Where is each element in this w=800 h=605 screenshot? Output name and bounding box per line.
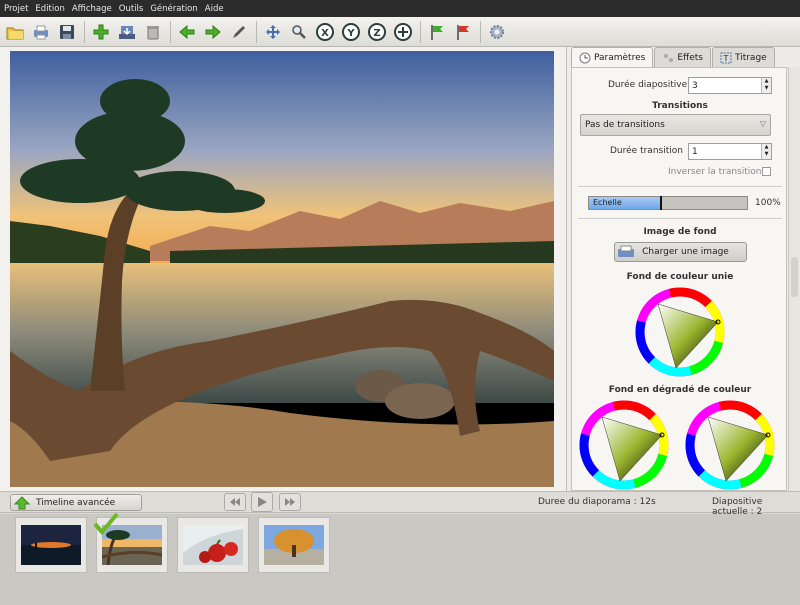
echelle-value: 100% [755,198,781,208]
echelle-handle[interactable] [660,196,663,210]
arrow-up-icon [14,495,30,509]
save-icon[interactable] [56,21,78,43]
rotate-y-label: Y [346,28,355,39]
menu-edition[interactable]: Edition [35,4,64,14]
inverser-checkbox[interactable] [762,167,771,176]
transitions-title: Transitions [652,101,708,111]
red-flag-icon[interactable] [452,21,474,43]
sparkle-icon [664,53,674,62]
color-wheel-degrade-end[interactable] [684,399,776,491]
divider [578,218,782,219]
menu-bar: Projet Edition Affichage Outils Générati… [0,0,800,17]
rotate-x-label: X [321,28,329,39]
tab-parametres-label: Paramètres [594,53,646,63]
selected-check-icon [93,512,119,536]
panel-tabs: Paramètres Effets T Titrage [571,47,776,68]
rotate-x-icon[interactable]: X [314,21,336,43]
menu-aide[interactable]: Aide [205,4,224,14]
tab-parametres[interactable]: Paramètres [571,47,654,68]
menu-projet[interactable]: Projet [4,4,28,14]
add-center-icon[interactable] [392,21,414,43]
spin-arrows-icon[interactable]: ▲ ▼ [761,78,771,93]
open-folder-icon[interactable] [4,21,26,43]
delete-icon[interactable] [142,21,164,43]
add-icon[interactable] [90,21,112,43]
printer-load-icon [618,245,634,257]
tab-effets-label: Effets [677,52,703,63]
rotate-y-icon[interactable]: Y [340,21,362,43]
parametres-page: Durée diapositive 3 ▲ ▼ Transitions Pas d… [571,67,787,491]
toolbar: X Y Z [0,17,800,47]
panel-scrollbar[interactable] [788,67,800,491]
pen-icon[interactable] [228,21,250,43]
duree-transition-spinbox[interactable]: 1 ▲ ▼ [688,143,772,160]
fond-uni-title: Fond de couleur unie [626,272,734,282]
divider [578,186,782,187]
tab-titrage-label: Titrage [734,52,767,63]
thumbnail-strip [0,512,800,605]
transition-select[interactable]: Pas de transitions ▽ [580,114,771,136]
rewind-icon [230,498,240,506]
duree-diapo-value: 3 [692,80,698,91]
menu-generation[interactable]: Génération [150,4,197,14]
rotate-z-label: Z [373,28,380,39]
color-wheel-degrade-start[interactable] [578,399,670,491]
green-flag-icon[interactable] [426,21,448,43]
duree-diapo-spinbox[interactable]: 3 ▲ ▼ [688,77,772,94]
color-wheel-uni[interactable] [634,286,726,378]
previous-button[interactable] [224,493,246,511]
properties-panel: Paramètres Effets T Titrage Durée diapos… [566,47,800,491]
clock-icon [579,52,591,64]
arrow-left-icon[interactable] [176,21,198,43]
bottom-bar: Timeline avancée Duree du diaporama : 12… [0,491,800,517]
print-icon[interactable] [30,21,52,43]
thumb-night-lake[interactable] [15,517,87,573]
play-icon [258,497,267,507]
move-icon[interactable] [262,21,284,43]
timeline-avancee-button[interactable]: Timeline avancée [10,494,142,511]
menu-outils[interactable]: Outils [119,4,144,14]
thumb-autumn-tree[interactable] [258,517,330,573]
spin-arrows-icon[interactable]: ▲ ▼ [761,144,771,159]
tab-titrage[interactable]: T Titrage [711,47,775,67]
image-fond-title: Image de fond [643,227,717,237]
fond-degrade-title: Fond en dégradé de couleur [608,385,752,395]
chevron-down-icon: ▽ [759,119,766,128]
scrollbar-thumb[interactable] [791,257,798,297]
title-frame-icon: T [720,52,732,63]
duree-diapo-label: Durée diapositive [608,80,688,90]
play-button[interactable] [251,492,273,512]
next-button[interactable] [279,493,301,511]
thumb-tomatoes[interactable] [177,517,249,573]
timeline-avancee-label: Timeline avancée [36,497,116,508]
duree-diaporama-text: Duree du diaporama : 12s [538,497,656,507]
arrow-right-icon[interactable] [202,21,224,43]
echelle-slider[interactable]: Echelle [588,196,748,210]
inverser-label: Inverser la transition [668,167,762,177]
svg-text:T: T [723,54,729,63]
menu-affichage[interactable]: Affichage [72,4,112,14]
fast-forward-icon [285,498,295,506]
slide-viewer [0,47,566,491]
slide-preview-image[interactable] [10,51,554,487]
thumb-tree-lake[interactable] [93,512,168,573]
echelle-label: Echelle [593,198,622,207]
rotate-z-icon[interactable]: Z [366,21,388,43]
settings-gear-icon[interactable] [486,21,508,43]
charger-image-button[interactable]: Charger une image [614,242,747,262]
zoom-icon[interactable] [288,21,310,43]
duree-transition-label: Durée transition [610,146,683,156]
tab-effets[interactable]: Effets [654,47,711,67]
charger-image-label: Charger une image [642,247,729,257]
import-icon[interactable] [116,21,138,43]
transition-select-value: Pas de transitions [585,120,665,130]
duree-transition-value: 1 [692,146,698,157]
